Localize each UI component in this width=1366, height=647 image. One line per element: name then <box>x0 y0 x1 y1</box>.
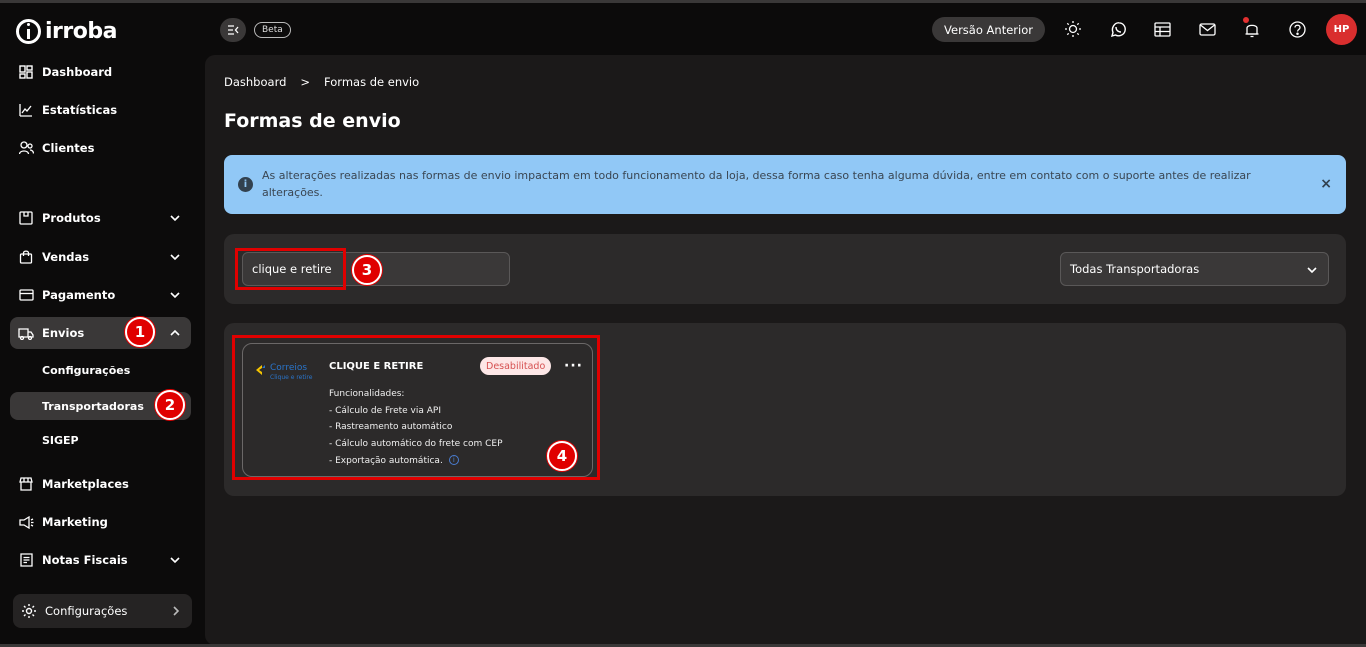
sidebar-item-dashboard[interactable]: Dashboard <box>10 56 191 88</box>
page-title: Formas de envio <box>224 110 401 132</box>
theme-toggle-button[interactable] <box>1064 20 1082 38</box>
step-badge-4: 4 <box>547 441 577 471</box>
sidebar-item-label: Vendas <box>42 250 90 264</box>
receipt-icon <box>18 552 34 568</box>
chevron-right-icon <box>173 606 180 616</box>
chevron-down-icon <box>170 557 180 564</box>
settings-button[interactable]: Configurações <box>13 594 192 628</box>
irroba-logo-icon <box>16 19 41 44</box>
carrier-select[interactable]: Todas Transportadoras <box>1060 252 1329 286</box>
sidebar-item-label: Produtos <box>42 211 101 225</box>
help-button[interactable] <box>1288 20 1306 38</box>
highlight-card <box>232 335 600 480</box>
brand-logo[interactable]: irroba <box>16 19 117 44</box>
sidebar-subitem-sigep[interactable]: SIGEP <box>10 426 191 454</box>
collapse-menu-icon <box>228 25 239 35</box>
whatsapp-icon <box>1110 21 1126 37</box>
filter-panel: Todas Transportadoras <box>224 234 1346 304</box>
truck-icon <box>18 325 34 341</box>
sidebar-item-label: Marketplaces <box>42 477 129 491</box>
chevron-up-icon <box>170 329 180 336</box>
box-icon <box>18 210 34 226</box>
collapse-menu-button[interactable] <box>220 18 246 42</box>
sidebar-item-vendas[interactable]: Vendas <box>10 241 191 273</box>
credit-card-icon <box>18 287 34 303</box>
gear-icon <box>22 604 36 618</box>
breadcrumb-current: Formas de envio <box>324 75 420 89</box>
sun-icon <box>1065 21 1081 37</box>
sidebar-item-marketplaces[interactable]: Marketplaces <box>10 468 191 500</box>
chevron-down-icon <box>170 254 180 261</box>
carrier-select-value: Todas Transportadoras <box>1070 262 1200 276</box>
shopping-bag-icon <box>18 249 34 265</box>
chart-icon <box>18 102 34 118</box>
sidebar-item-clientes[interactable]: Clientes <box>10 132 191 164</box>
sidebar-subitem-label: Configurações <box>42 363 131 377</box>
bell-icon <box>1245 24 1259 37</box>
sidebar-item-label: Envios <box>42 326 85 340</box>
breadcrumb-dashboard[interactable]: Dashboard <box>224 75 286 89</box>
dashboard-icon <box>18 64 34 80</box>
close-alert-button[interactable]: × <box>1320 176 1332 192</box>
sidebar-item-marketing[interactable]: Marketing <box>10 506 191 538</box>
info-icon: i <box>238 177 253 192</box>
chevron-down-icon <box>170 215 180 222</box>
sidebar-item-label: Notas Fiscais <box>42 553 128 567</box>
sidebar-subitem-configuracoes[interactable]: Configurações <box>10 356 191 384</box>
alert-message: As alterações realizadas nas formas de e… <box>262 169 1251 199</box>
breadcrumb: Dashboard > Formas de envio <box>224 75 419 89</box>
help-icon <box>1288 20 1306 38</box>
step-badge-1: 1 <box>125 317 155 347</box>
header-left: Beta <box>220 18 291 42</box>
info-alert: i As alterações realizadas nas formas de… <box>224 155 1346 214</box>
chevron-down-icon <box>170 292 180 299</box>
sidebar-item-estatisticas[interactable]: Estatísticas <box>10 94 191 126</box>
whatsapp-button[interactable] <box>1109 20 1127 38</box>
highlight-search <box>235 248 346 290</box>
mail-icon <box>1198 22 1216 36</box>
beta-badge: Beta <box>254 22 291 38</box>
chevron-down-icon <box>1307 267 1317 274</box>
sidebar-item-envios[interactable]: Envios <box>10 317 191 349</box>
sidebar: irroba Dashboard Estatísticas Clientes P… <box>0 3 205 647</box>
brand-name: irroba <box>45 19 117 44</box>
users-icon <box>18 140 34 156</box>
store-icon <box>18 476 34 492</box>
sidebar-item-pagamento[interactable]: Pagamento <box>10 279 191 311</box>
breadcrumb-separator: > <box>300 75 311 89</box>
megaphone-icon <box>18 514 34 530</box>
sidebar-item-label: Marketing <box>42 515 108 529</box>
step-badge-2: 2 <box>155 390 185 420</box>
sidebar-item-label: Clientes <box>42 141 95 155</box>
previous-version-button[interactable]: Versão Anterior <box>932 17 1045 42</box>
calendar-icon <box>1153 22 1171 37</box>
sidebar-item-label: Estatísticas <box>42 103 118 117</box>
user-avatar[interactable]: HP <box>1326 14 1357 45</box>
messages-button[interactable] <box>1198 20 1216 38</box>
sidebar-item-label: Pagamento <box>42 288 116 302</box>
calendar-button[interactable] <box>1153 20 1171 38</box>
step-badge-3: 3 <box>352 255 382 285</box>
sidebar-item-label: Dashboard <box>42 65 113 79</box>
sidebar-subitem-label: Transportadoras <box>42 399 144 413</box>
sidebar-item-produtos[interactable]: Produtos <box>10 202 191 234</box>
settings-label: Configurações <box>45 604 128 618</box>
sidebar-subitem-label: SIGEP <box>42 433 79 447</box>
notification-dot <box>1243 17 1249 23</box>
sidebar-item-notas-fiscais[interactable]: Notas Fiscais <box>10 544 191 576</box>
